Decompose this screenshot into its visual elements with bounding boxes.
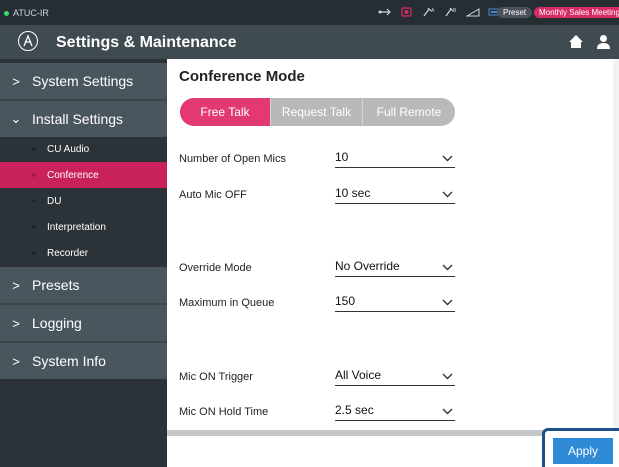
page-title: Settings & Maintenance xyxy=(56,34,237,51)
override-mode-label: Override Mode xyxy=(179,262,252,274)
section-title: Conference Mode xyxy=(179,68,305,85)
home-icon[interactable] xyxy=(568,34,584,54)
user-icon[interactable] xyxy=(596,34,611,54)
sidebar-subitem-cu-audio[interactable]: CU Audio xyxy=(0,136,167,162)
sidebar: > System Settings ⌄ Install Settings CU … xyxy=(0,59,167,467)
select-value: 150 xyxy=(335,294,356,308)
sidebar-subitem-du[interactable]: DU xyxy=(0,188,167,214)
mode-free-talk-button[interactable]: Free Talk xyxy=(180,98,271,126)
open-mics-select[interactable]: 10 xyxy=(335,148,455,168)
svg-text:A: A xyxy=(431,8,435,14)
select-value: 10 xyxy=(335,150,349,164)
max-queue-select[interactable]: 150 xyxy=(335,292,455,312)
mode-full-remote-button[interactable]: Full Remote xyxy=(363,98,455,126)
sidebar-item-label: System Info xyxy=(32,353,106,369)
connection-status-icon xyxy=(4,10,9,16)
chevron-right-icon: > xyxy=(12,277,20,293)
svg-text:B: B xyxy=(453,8,457,14)
device-indicator: ATUC-IR xyxy=(4,8,49,18)
sidebar-item-presets[interactable]: > Presets xyxy=(0,267,167,303)
sidebar-item-logging[interactable]: > Logging xyxy=(0,305,167,341)
chevron-down-icon xyxy=(442,187,453,201)
sidebar-item-label: Install Settings xyxy=(32,111,124,127)
sidebar-subitem-label: Interpretation xyxy=(47,221,106,233)
mic-on-hold-time-label: Mic ON Hold Time xyxy=(179,406,269,418)
record-icon xyxy=(400,6,414,18)
sidebar-item-label: Logging xyxy=(32,315,82,331)
bullet-icon xyxy=(32,251,36,255)
sidebar-item-label: Presets xyxy=(32,277,80,293)
preset-badge[interactable]: Preset xyxy=(497,7,533,18)
scrollbar[interactable] xyxy=(613,59,619,430)
chevron-down-icon xyxy=(442,404,453,418)
sidebar-subitem-conference[interactable]: Conference xyxy=(0,162,167,188)
sidebar-subitem-label: Recorder xyxy=(47,247,89,259)
mic-icon: A xyxy=(422,6,436,18)
sidebar-item-system-settings[interactable]: > System Settings xyxy=(0,63,167,99)
select-value: 2.5 sec xyxy=(335,403,374,417)
select-value: All Voice xyxy=(335,368,382,382)
signal-icon xyxy=(465,6,480,18)
override-mode-select[interactable]: No Override xyxy=(335,257,455,277)
meeting-name: Monthly Sales Meeting xyxy=(539,8,619,17)
bullet-icon xyxy=(32,199,36,203)
chevron-down-icon xyxy=(442,295,453,309)
mic-mute-icon: B xyxy=(444,6,458,18)
open-mics-label: Number of Open Mics xyxy=(179,153,286,165)
app-header: Settings & Maintenance xyxy=(0,25,619,59)
status-bar: ATUC-IR A B Preset Monthly Sales Meeting… xyxy=(0,0,619,25)
max-queue-label: Maximum in Queue xyxy=(179,297,275,309)
select-value: No Override xyxy=(335,259,400,273)
chevron-down-icon xyxy=(442,260,453,274)
bullet-icon xyxy=(32,225,36,229)
apply-highlight: Apply xyxy=(542,428,619,467)
sidebar-subitem-label: Conference xyxy=(47,169,99,181)
main-panel: Conference Mode Free Talk Request Talk F… xyxy=(167,59,619,467)
logo-icon xyxy=(18,31,38,51)
sidebar-item-label: System Settings xyxy=(32,73,134,89)
chevron-down-icon: ⌄ xyxy=(10,111,22,126)
sidebar-item-install-settings[interactable]: ⌄ Install Settings xyxy=(0,101,167,137)
mode-request-talk-button[interactable]: Request Talk xyxy=(271,98,363,126)
bullet-icon xyxy=(32,147,36,151)
apply-button[interactable]: Apply xyxy=(553,438,613,464)
conference-mode-selector: Free Talk Request Talk Full Remote xyxy=(180,98,455,126)
device-name: ATUC-IR xyxy=(13,8,49,18)
sidebar-subitem-interpretation[interactable]: Interpretation xyxy=(0,214,167,240)
mic-on-trigger-select[interactable]: All Voice xyxy=(335,366,455,386)
select-value: 10 sec xyxy=(335,186,371,200)
chevron-down-icon xyxy=(442,151,453,165)
meeting-badge[interactable]: Monthly Sales Meeting ▾ xyxy=(534,7,619,18)
mic-on-trigger-label: Mic ON Trigger xyxy=(179,371,253,383)
bullet-icon xyxy=(32,173,36,177)
sidebar-subitem-label: CU Audio xyxy=(47,143,90,155)
chevron-right-icon: > xyxy=(12,315,20,331)
auto-mic-off-label: Auto Mic OFF xyxy=(179,189,247,201)
sidebar-subitem-recorder[interactable]: Recorder xyxy=(0,240,167,266)
usb-icon xyxy=(378,6,392,18)
chevron-right-icon: > xyxy=(12,353,20,369)
chevron-down-icon xyxy=(442,369,453,383)
sidebar-subitem-label: DU xyxy=(47,195,62,207)
mic-on-hold-time-select[interactable]: 2.5 sec xyxy=(335,401,455,421)
chevron-right-icon: > xyxy=(12,73,20,89)
auto-mic-off-select[interactable]: 10 sec xyxy=(335,184,455,204)
sidebar-item-system-info[interactable]: > System Info xyxy=(0,343,167,379)
status-icons: A B xyxy=(378,6,502,18)
